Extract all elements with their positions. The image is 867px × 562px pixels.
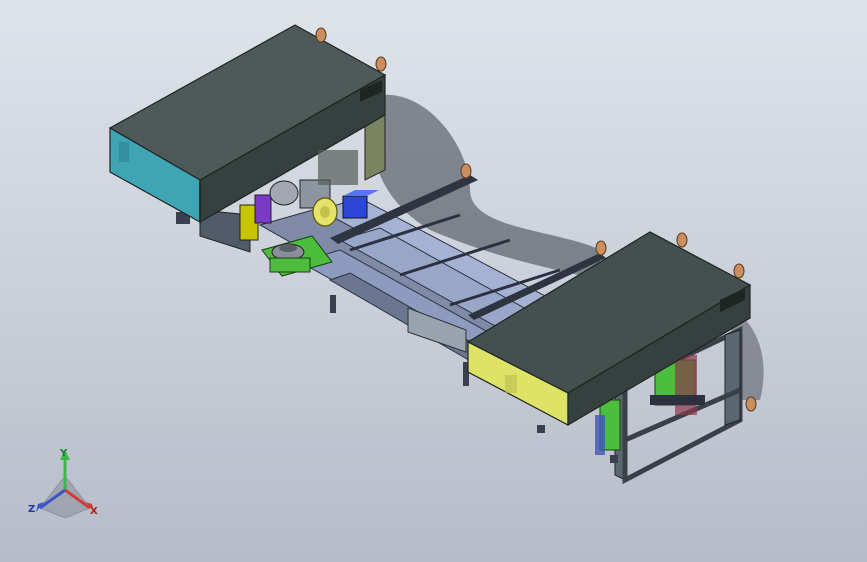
right-housing[interactable] (466, 231, 752, 427)
x-axis-label: X (90, 506, 98, 517)
left-housing[interactable] (108, 24, 387, 224)
y-axis-label: Y (60, 448, 68, 459)
assembly-model[interactable] (0, 0, 867, 562)
cad-viewport[interactable]: Y X Z (0, 0, 867, 562)
z-axis-label: Z (28, 504, 36, 515)
orientation-triad: Y X Z (20, 446, 110, 526)
